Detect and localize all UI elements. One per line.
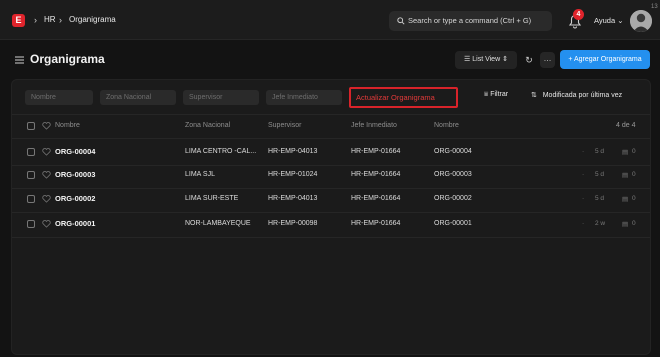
divider — [12, 237, 650, 238]
update-organigrama-button[interactable]: Actualizar Organigrama — [349, 87, 458, 108]
search-placeholder: Search or type a command (Ctrl + G) — [408, 16, 532, 25]
top-navbar: E › HR › Organigrama Search or type a co… — [0, 0, 660, 40]
comment-icon: ▤ — [622, 196, 629, 203]
filter-label: Filtrar — [490, 91, 509, 98]
search-icon — [397, 17, 405, 25]
chevron-updown-icon: ⇕ — [502, 56, 508, 63]
list-panel: Nombre Zona Nacional Supervisor Jefe Inm… — [11, 79, 651, 355]
refresh-icon[interactable]: ↻ — [521, 51, 537, 69]
zona-filter-input[interactable]: Zona Nacional — [100, 90, 176, 105]
row-age: 5 d — [595, 148, 605, 155]
filter-button[interactable]: ⩸ Filtrar — [484, 91, 508, 99]
breadcrumb-organigrama[interactable]: Organigrama — [69, 15, 116, 24]
row-dot: · — [582, 220, 585, 227]
row-supervisor: HR-EMP-04013 — [268, 148, 318, 155]
list-view-label: List View — [472, 56, 501, 63]
row-dot: · — [582, 148, 585, 155]
select-all-checkbox[interactable] — [27, 122, 35, 130]
notification-badge: 4 — [573, 9, 584, 20]
breadcrumb-hr[interactable]: HR — [44, 15, 56, 24]
row-comment-count: 0 — [632, 171, 636, 178]
divider — [12, 138, 650, 139]
add-organigrama-button[interactable]: + Agregar Organigrama — [560, 50, 650, 69]
column-header-supervisor[interactable]: Supervisor — [268, 122, 301, 129]
row-nombre: ORG-00004 — [434, 148, 472, 155]
list-icon: ☰ — [464, 56, 471, 63]
search-input[interactable]: Search or type a command (Ctrl + G) — [389, 11, 552, 31]
corner-number: 13 — [651, 4, 658, 10]
row-jefe: HR-EMP-01664 — [351, 220, 401, 227]
help-dropdown[interactable]: Ayuda ⌄ — [594, 16, 624, 25]
page-title: Organigrama — [30, 52, 105, 66]
row-id-link[interactable]: ORG-00001 — [55, 219, 95, 228]
avatar[interactable] — [630, 10, 652, 32]
divider — [12, 188, 650, 189]
row-dot: · — [582, 171, 585, 178]
row-id-link[interactable]: ORG-00003 — [55, 170, 95, 179]
list-view-selector[interactable]: ☰ List View ⇕ — [455, 51, 517, 69]
heart-icon[interactable] — [42, 148, 51, 156]
row-age: 2 w — [595, 220, 606, 227]
row-id-link[interactable]: ORG-00004 — [55, 147, 95, 156]
row-zona: LIMA SUR-ESTE — [185, 195, 239, 202]
nombre-filter-input[interactable]: Nombre — [25, 90, 93, 105]
chevron-right-icon: › — [34, 15, 37, 25]
comment-icon: ▤ — [622, 149, 629, 156]
row-supervisor: HR-EMP-01024 — [268, 171, 318, 178]
row-supervisor: HR-EMP-04013 — [268, 195, 318, 202]
sort-button[interactable]: ⇅ Modificada por última vez — [531, 91, 622, 99]
row-id-link[interactable]: ORG-00002 — [55, 194, 95, 203]
row-zona: LIMA SJL — [185, 171, 215, 178]
comment-icon: ▤ — [622, 172, 629, 179]
divider — [12, 212, 650, 213]
row-jefe: HR-EMP-01664 — [351, 148, 401, 155]
row-checkbox[interactable] — [27, 195, 35, 203]
divider — [12, 165, 650, 166]
row-comment-count: 0 — [632, 220, 636, 227]
jefe-filter-input[interactable]: Jefe Inmediato — [266, 90, 342, 105]
sort-icon: ⇅ — [531, 92, 537, 99]
row-nombre: ORG-00001 — [434, 220, 472, 227]
column-header-nombre[interactable]: Nombre — [55, 122, 80, 129]
help-label: Ayuda — [594, 16, 616, 25]
column-header-nombre-2[interactable]: Nombre — [434, 122, 459, 129]
heart-icon[interactable] — [42, 171, 51, 179]
row-checkbox[interactable] — [27, 220, 35, 228]
row-nombre: ORG-00002 — [434, 195, 472, 202]
ellipsis-icon[interactable]: … — [540, 52, 555, 68]
chevron-right-icon: › — [59, 15, 62, 25]
row-age: 5 d — [595, 195, 605, 202]
divider — [12, 114, 650, 115]
row-nombre: ORG-00003 — [434, 171, 472, 178]
row-jefe: HR-EMP-01664 — [351, 171, 401, 178]
comment-icon: ▤ — [622, 221, 629, 228]
page-header: Organigrama ☰ List View ⇕ ↻ … + Agregar … — [0, 41, 660, 77]
filter-icon: ⩸ — [484, 91, 489, 98]
row-dot: · — [582, 195, 585, 202]
row-checkbox[interactable] — [27, 148, 35, 156]
sort-label: Modificada por última vez — [542, 92, 623, 99]
hamburger-icon[interactable] — [15, 56, 24, 64]
row-comment-count: 0 — [632, 148, 636, 155]
column-header-zona[interactable]: Zona Nacional — [185, 122, 230, 129]
heart-icon[interactable] — [42, 220, 51, 228]
row-comment-count: 0 — [632, 195, 636, 202]
row-zona: LIMA CENTRO -CAL... — [185, 148, 257, 155]
heart-icon — [42, 122, 51, 130]
app-logo-icon[interactable]: E — [12, 14, 25, 27]
row-zona: NOR-LAMBAYEQUE — [185, 220, 251, 227]
row-checkbox[interactable] — [27, 171, 35, 179]
row-jefe: HR-EMP-01664 — [351, 195, 401, 202]
heart-icon[interactable] — [42, 195, 51, 203]
record-count: 4 de 4 — [616, 122, 636, 129]
row-supervisor: HR-EMP-00098 — [268, 220, 318, 227]
supervisor-filter-input[interactable]: Supervisor — [183, 90, 259, 105]
chevron-down-icon: ⌄ — [617, 16, 624, 25]
user-avatar-icon — [630, 10, 652, 32]
column-header-jefe[interactable]: Jefe Inmediato — [351, 122, 397, 129]
row-age: 5 d — [595, 171, 605, 178]
